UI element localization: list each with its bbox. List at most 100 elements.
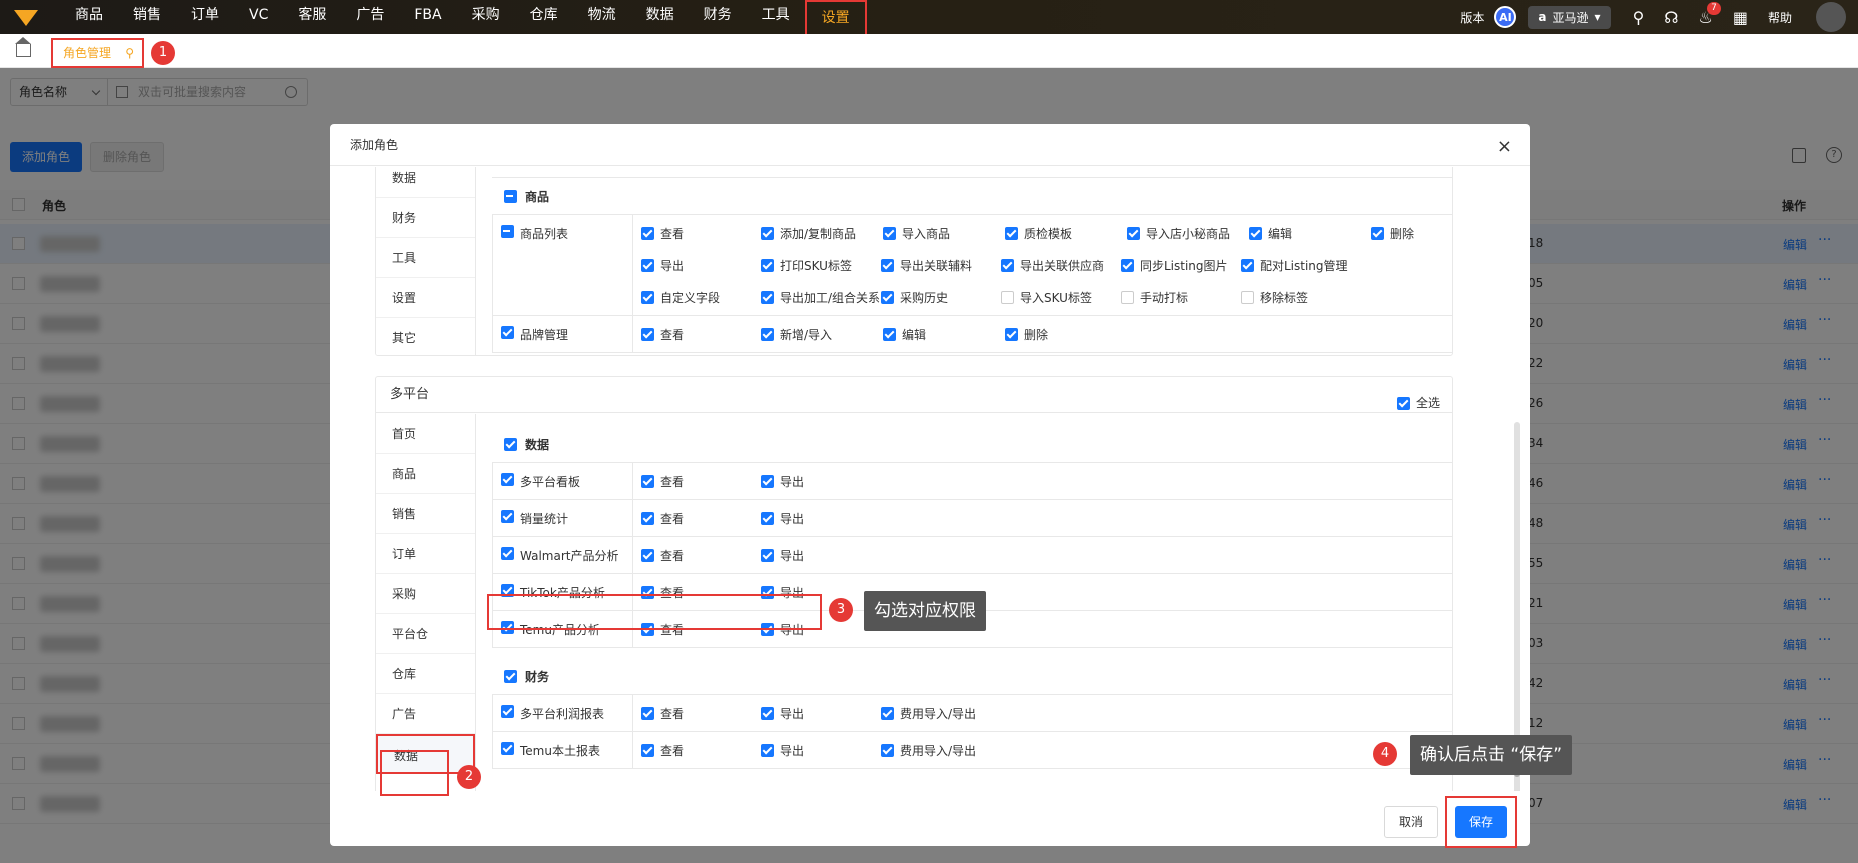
- row-checkbox[interactable]: [501, 326, 514, 339]
- permission-checkbox[interactable]: [1005, 327, 1018, 341]
- row-checkbox[interactable]: [501, 705, 514, 718]
- row-checkbox[interactable]: [501, 547, 514, 560]
- group-finance[interactable]: 财务: [492, 658, 1452, 694]
- nav-item-0[interactable]: 商品: [60, 0, 118, 34]
- group-product[interactable]: 商品: [492, 178, 1452, 214]
- permission-checkbox[interactable]: [1001, 258, 1014, 272]
- permission-item[interactable]: 移除标签: [1241, 281, 1361, 313]
- permission-item[interactable]: 采购历史: [881, 281, 1001, 313]
- side-item[interactable]: 工具: [376, 238, 475, 278]
- permission-checkbox[interactable]: [641, 511, 654, 525]
- permission-item[interactable]: 费用导入/导出: [881, 734, 1001, 766]
- permission-checkbox[interactable]: [641, 290, 654, 304]
- ai-icon[interactable]: AI: [1494, 6, 1517, 28]
- help-link[interactable]: 帮助: [1768, 9, 1792, 26]
- version-link[interactable]: 版本: [1460, 9, 1484, 26]
- bell-icon[interactable]: ♨ 7: [1699, 1, 1721, 27]
- permission-checkbox[interactable]: [1001, 290, 1014, 304]
- permission-row-label[interactable]: Temu本土报表: [493, 732, 633, 768]
- permission-checkbox[interactable]: [761, 548, 774, 562]
- permission-checkbox[interactable]: [761, 226, 774, 240]
- nav-item-3[interactable]: VC: [234, 0, 283, 34]
- permission-item[interactable]: 导出关联辅料: [881, 249, 1001, 281]
- pin-icon[interactable]: ⚲: [125, 40, 134, 66]
- group-data[interactable]: 数据: [492, 426, 1452, 462]
- permission-checkbox[interactable]: [641, 327, 654, 341]
- nav-item-4[interactable]: 客服: [283, 0, 341, 34]
- nav-item-6[interactable]: FBA: [399, 0, 456, 34]
- permission-checkbox[interactable]: [881, 258, 894, 272]
- permission-item[interactable]: 查看: [641, 318, 761, 350]
- headset-icon[interactable]: ☊: [1664, 8, 1678, 27]
- permission-checkbox[interactable]: [881, 290, 894, 304]
- side-item[interactable]: 广告: [376, 694, 475, 734]
- permission-checkbox[interactable]: [761, 511, 774, 525]
- permission-checkbox[interactable]: [641, 548, 654, 562]
- store-selector[interactable]: a 亚马逊 ▾: [1528, 5, 1611, 29]
- permission-item[interactable]: 导出加工/组合关系: [761, 281, 881, 313]
- nav-item-10[interactable]: 数据: [631, 0, 689, 34]
- permission-checkbox[interactable]: [1121, 290, 1134, 304]
- permission-checkbox[interactable]: [761, 327, 774, 341]
- side-item[interactable]: 财务: [376, 198, 475, 238]
- permission-checkbox[interactable]: [641, 474, 654, 488]
- permission-checkbox[interactable]: [1249, 226, 1262, 240]
- permission-item[interactable]: 导出: [761, 465, 881, 497]
- permission-item[interactable]: 查看: [641, 734, 761, 766]
- permission-item[interactable]: 添加/复制商品: [761, 217, 883, 249]
- permission-item[interactable]: 打印SKU标签: [761, 249, 881, 281]
- permission-item[interactable]: 导出: [761, 734, 881, 766]
- group-checkbox[interactable]: [504, 669, 517, 683]
- permission-row-label[interactable]: 多平台看板: [493, 463, 633, 499]
- permission-checkbox[interactable]: [883, 327, 896, 341]
- permission-checkbox[interactable]: [881, 743, 894, 757]
- side-item[interactable]: 订单: [376, 534, 475, 574]
- permission-checkbox[interactable]: [641, 706, 654, 720]
- nav-item-9[interactable]: 物流: [573, 0, 631, 34]
- permission-checkbox[interactable]: [761, 258, 774, 272]
- permission-item[interactable]: 导出关联供应商: [1001, 249, 1121, 281]
- side-item[interactable]: 商品: [376, 454, 475, 494]
- permission-checkbox[interactable]: [641, 226, 654, 240]
- nav-item-8[interactable]: 仓库: [515, 0, 573, 34]
- permission-checkbox[interactable]: [1241, 290, 1254, 304]
- permission-item[interactable]: 导入店小秘商品: [1127, 217, 1249, 249]
- permission-row-label[interactable]: 商品列表: [493, 215, 633, 315]
- permission-checkbox[interactable]: [761, 706, 774, 720]
- permission-item[interactable]: 质检模板: [1005, 217, 1127, 249]
- close-icon[interactable]: ×: [1497, 136, 1512, 157]
- permission-item[interactable]: 导出: [641, 249, 761, 281]
- permission-checkbox[interactable]: [761, 743, 774, 757]
- nav-item-1[interactable]: 销售: [118, 0, 176, 34]
- nav-item-5[interactable]: 广告: [341, 0, 399, 34]
- permission-item[interactable]: 删除: [1005, 318, 1127, 350]
- permission-checkbox[interactable]: [881, 706, 894, 720]
- cancel-button[interactable]: 取消: [1384, 806, 1438, 838]
- side-item[interactable]: 平台仓: [376, 614, 475, 654]
- brand-logo[interactable]: [12, 6, 40, 28]
- side-item[interactable]: 仓库: [376, 654, 475, 694]
- side-item[interactable]: 数据: [376, 167, 475, 198]
- tab-role-management[interactable]: 角色管理 ⚲: [51, 38, 144, 68]
- side-item[interactable]: 其它: [376, 318, 475, 355]
- permission-item[interactable]: 查看: [641, 539, 761, 571]
- permission-item[interactable]: 删除: [1371, 217, 1452, 249]
- permission-item[interactable]: 导入商品: [883, 217, 1005, 249]
- nav-item-7[interactable]: 采购: [457, 0, 515, 34]
- nav-item-2[interactable]: 订单: [176, 0, 234, 34]
- avatar[interactable]: [1816, 2, 1846, 32]
- permission-row-label[interactable]: 品牌管理: [493, 316, 633, 352]
- nav-item-11[interactable]: 财务: [689, 0, 747, 34]
- permission-item[interactable]: 查看: [641, 465, 761, 497]
- permission-item[interactable]: 手动打标: [1121, 281, 1241, 313]
- permission-item[interactable]: 费用导入/导出: [881, 697, 1001, 729]
- permission-item[interactable]: 导出: [761, 502, 881, 534]
- select-all-checkbox[interactable]: [1396, 396, 1410, 410]
- permission-item[interactable]: 查看: [641, 502, 761, 534]
- permission-item[interactable]: 自定义字段: [641, 281, 761, 313]
- permission-row-label[interactable]: Walmart产品分析: [493, 537, 633, 573]
- side-item[interactable]: 首页: [376, 414, 475, 454]
- permission-checkbox[interactable]: [761, 290, 774, 304]
- permission-checkbox[interactable]: [1371, 226, 1384, 240]
- permission-checkbox[interactable]: [1241, 258, 1254, 272]
